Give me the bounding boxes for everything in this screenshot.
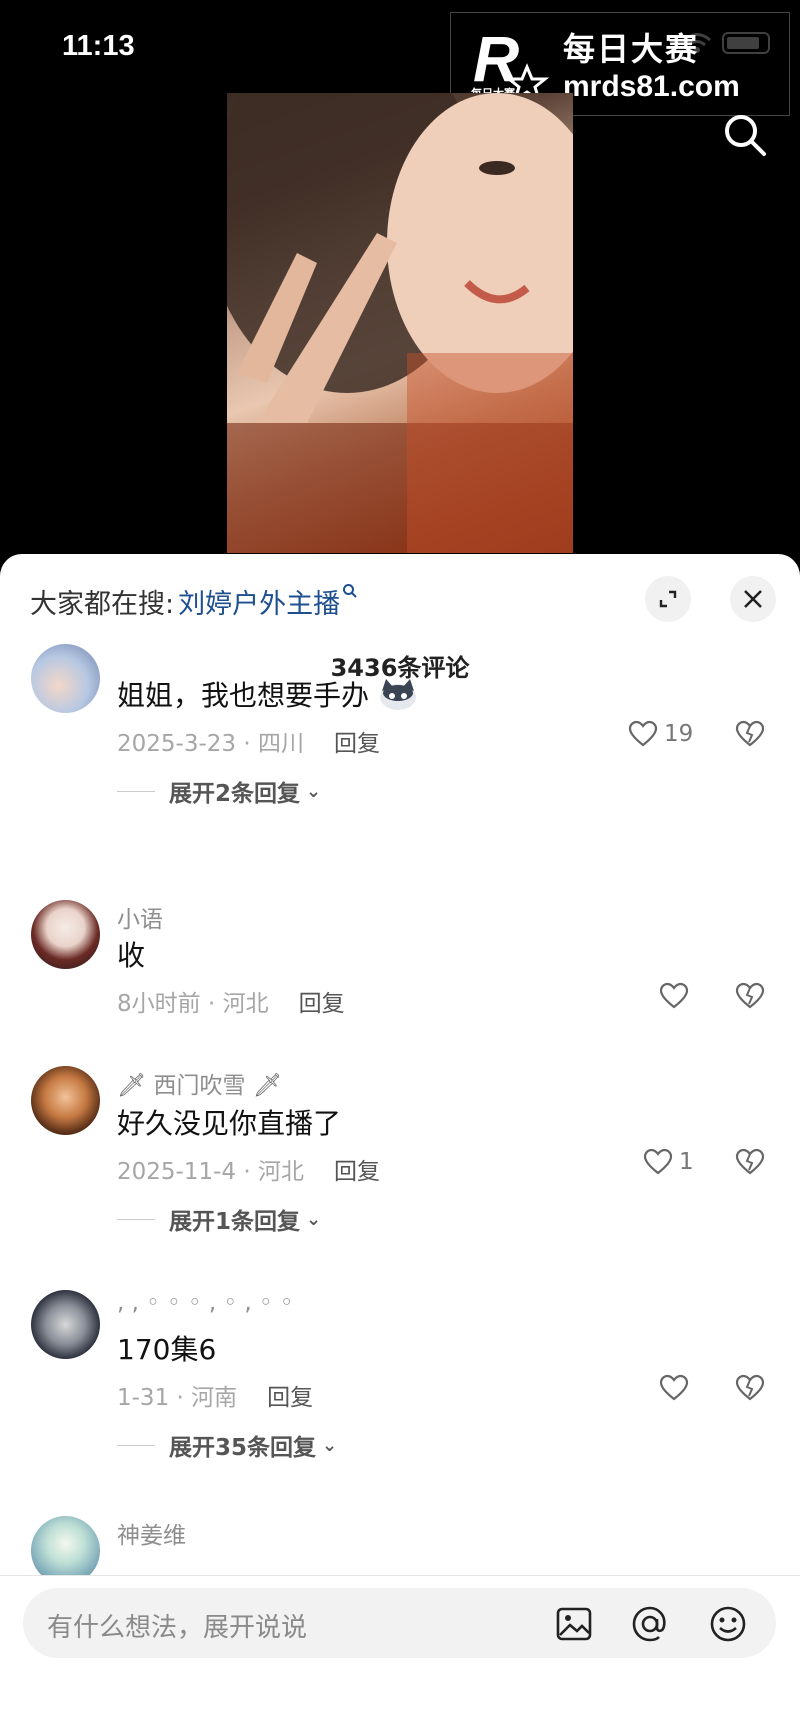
broken-heart-icon[interactable] xyxy=(735,982,765,1010)
hot-search[interactable]: 大家都在搜: 刘婷户外主播 xyxy=(30,582,358,621)
search-icon[interactable] xyxy=(722,112,768,158)
broken-heart-icon[interactable] xyxy=(735,1148,765,1176)
comment-username[interactable]: 小语 xyxy=(117,900,163,934)
comment-meta: 2025-3-23 · 四川 回复 xyxy=(117,731,380,757)
reply-button[interactable]: 回复 xyxy=(267,1385,313,1411)
avatar[interactable] xyxy=(31,1066,100,1135)
heart-icon xyxy=(643,1148,673,1175)
avatar[interactable] xyxy=(31,1290,100,1359)
at-icon[interactable] xyxy=(631,1605,669,1643)
like-button[interactable] xyxy=(659,1374,689,1402)
expand-replies-button[interactable]: 展开35条回复 ⌄ xyxy=(117,1428,337,1462)
broken-heart-icon[interactable] xyxy=(735,1374,765,1402)
comment-input[interactable]: 有什么想法，展开说说 xyxy=(23,1588,776,1658)
emoji-icon[interactable] xyxy=(709,1605,747,1643)
avatar[interactable] xyxy=(31,644,100,713)
heart-icon xyxy=(659,982,689,1009)
reply-button[interactable]: 回复 xyxy=(299,991,345,1017)
watermark-url: mrds81.com xyxy=(563,70,740,103)
watermark-title: 每日大赛 xyxy=(563,30,700,68)
comment-sheet: 大家都在搜: 刘婷户外主播 3436条评论 姐姐，我也想要手办 2025-3-2… xyxy=(0,554,800,1731)
avatar[interactable] xyxy=(31,900,100,969)
heart-icon xyxy=(659,1374,689,1401)
reply-button[interactable]: 回复 xyxy=(334,1159,380,1185)
heart-icon xyxy=(628,720,658,747)
comment-meta: 8小时前 · 河北 回复 xyxy=(117,991,345,1017)
reply-button[interactable]: 回复 xyxy=(334,731,380,757)
comment-input-placeholder: 有什么想法，展开说说 xyxy=(47,1613,308,1643)
expand-replies-button[interactable]: 展开1条回复 ⌄ xyxy=(117,1202,321,1236)
comment-meta: 2025-11-4 · 河北 回复 xyxy=(117,1159,380,1185)
video-player[interactable] xyxy=(227,93,573,553)
comment-username[interactable]: , , ◦ ◦ ◦ , ◦ , ◦ ◦ xyxy=(117,1290,293,1316)
hot-search-term[interactable]: 刘婷户外主播 xyxy=(178,582,340,621)
like-button[interactable] xyxy=(659,982,689,1010)
hot-search-prefix: 大家都在搜: xyxy=(30,589,175,620)
sword-icon: 🗡 xyxy=(117,1073,147,1099)
comment-username[interactable]: 神姜维 xyxy=(117,1516,186,1550)
comment-meta: 1-31 · 河南 回复 xyxy=(117,1385,314,1411)
expand-icon xyxy=(659,590,677,608)
comment-text: 170集6 xyxy=(117,1333,217,1366)
search-icon xyxy=(342,583,358,604)
close-button[interactable] xyxy=(730,576,776,622)
image-icon[interactable] xyxy=(555,1605,593,1643)
like-count: 19 xyxy=(664,721,694,747)
comment-username[interactable]: 🗡 西门吹雪 🗡 xyxy=(117,1066,282,1100)
broken-heart-icon[interactable] xyxy=(735,720,765,748)
comment-input-bar: 有什么想法，展开说说 xyxy=(0,1575,800,1731)
status-time: 11:13 xyxy=(62,30,135,62)
expand-sheet-button[interactable] xyxy=(645,576,691,622)
video-frame xyxy=(227,93,573,553)
cat-emoji-icon xyxy=(379,679,416,710)
like-button[interactable]: 19 xyxy=(628,720,693,748)
like-button[interactable]: 1 xyxy=(643,1148,694,1176)
close-icon xyxy=(744,590,762,608)
sword-icon: 🗡 xyxy=(252,1073,283,1099)
comment-text: 好久没见你直播了 xyxy=(117,1107,342,1140)
svg-text:R: R xyxy=(473,23,519,95)
expand-replies-button[interactable]: 展开2条回复 ⌄ xyxy=(117,774,321,808)
like-count: 1 xyxy=(679,1149,694,1175)
comment-text: 收 xyxy=(117,939,146,972)
comment-text: 姐姐，我也想要手办 xyxy=(117,674,418,714)
